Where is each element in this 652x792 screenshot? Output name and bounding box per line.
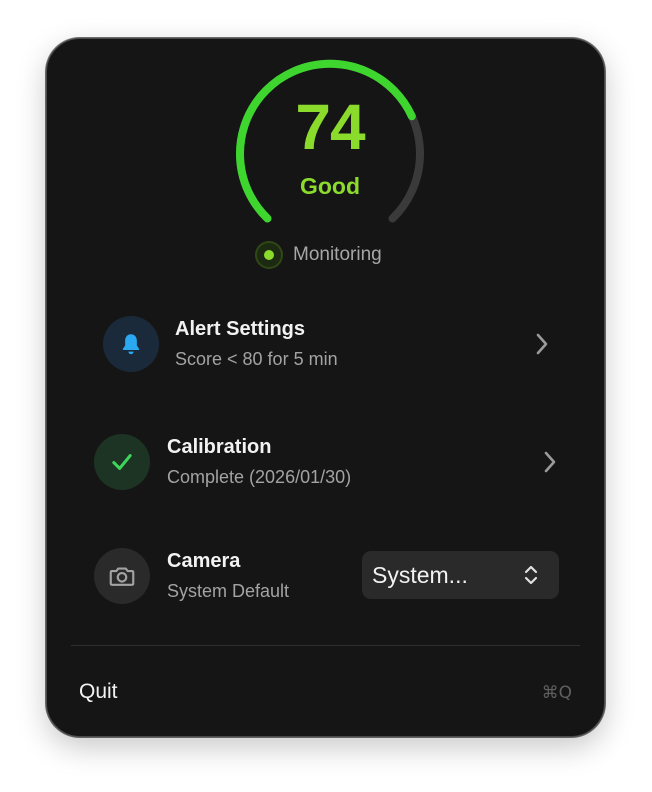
score-gauge: 74 Good xyxy=(235,51,425,223)
checkmark-icon xyxy=(94,434,150,490)
status-dot-icon xyxy=(255,241,283,269)
camera-subtitle: System Default xyxy=(167,581,290,601)
calibration-subtitle: Complete (2026/01/30) xyxy=(167,467,352,487)
camera-select-value: System... xyxy=(372,562,468,588)
camera-icon xyxy=(94,548,150,604)
chevron-right-icon xyxy=(536,333,548,355)
calibration-title: Calibration xyxy=(167,436,272,458)
calibration-row[interactable]: Calibration Complete (2026/01/30) xyxy=(47,422,604,502)
score-label: Good xyxy=(299,173,361,199)
camera-title: Camera xyxy=(167,550,241,572)
alert-settings-title: Alert Settings xyxy=(175,318,306,340)
menu-bar-popover: 74 Good Monitoring Alert Settings Score … xyxy=(46,38,605,737)
monitoring-status: Monitoring xyxy=(255,240,382,270)
camera-select[interactable]: System... xyxy=(362,551,559,599)
divider xyxy=(71,645,580,646)
up-down-chevron-icon xyxy=(524,565,538,585)
alert-settings-row[interactable]: Alert Settings Score < 80 for 5 min xyxy=(47,304,604,384)
alert-settings-subtitle: Score < 80 for 5 min xyxy=(175,349,338,369)
monitoring-label: Monitoring xyxy=(293,244,382,265)
chevron-right-icon xyxy=(544,451,556,473)
quit-shortcut: ⌘Q xyxy=(541,683,572,703)
quit-menu-item[interactable]: Quit xyxy=(79,679,118,705)
score-value: 74 xyxy=(295,91,365,163)
bell-icon xyxy=(103,316,159,372)
